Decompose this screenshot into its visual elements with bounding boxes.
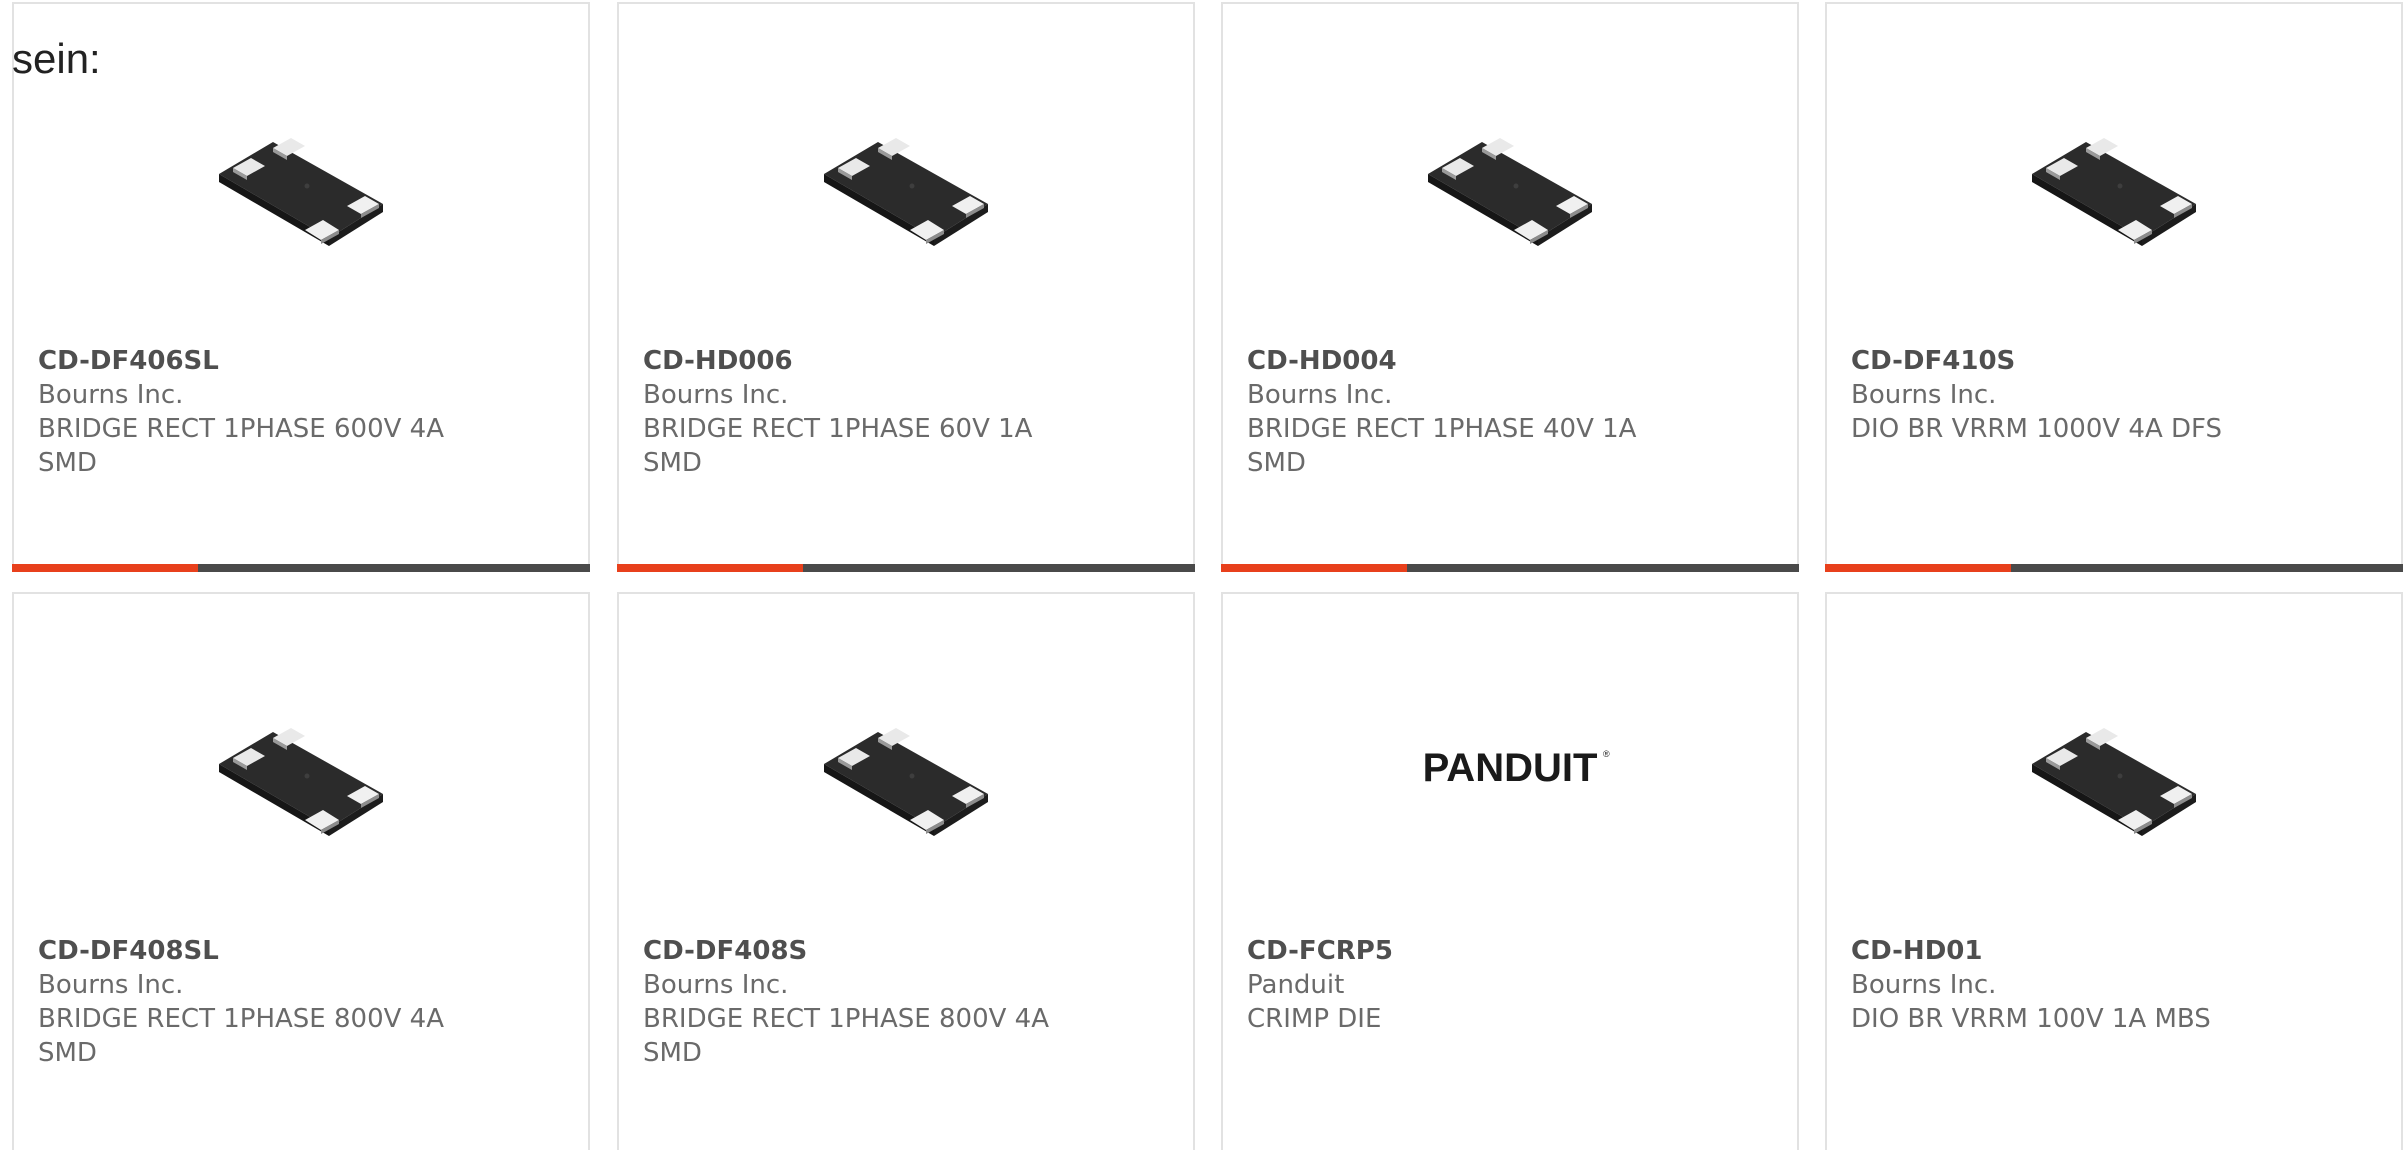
product-info: CD-HD004 Bourns Inc. BRIDGE RECT 1PHASE … bbox=[1247, 344, 1777, 480]
product-info: CD-FCRP5 Panduit CRIMP DIE bbox=[1247, 934, 1777, 1036]
svg-text:®: ® bbox=[1603, 749, 1610, 759]
product-description: DIO BR VRRM 100V 1A MBS bbox=[1851, 1004, 2211, 1034]
product-info: CD-HD006 Bourns Inc. BRIDGE RECT 1PHASE … bbox=[643, 344, 1173, 480]
card-accent-bar bbox=[617, 564, 803, 572]
product-description: BRIDGE RECT 1PHASE 60V 1A SMD bbox=[643, 414, 1033, 478]
product-info: CD-DF406SL Bourns Inc. BRIDGE RECT 1PHAS… bbox=[38, 344, 568, 480]
product-card[interactable]: CD-DF406SL Bourns Inc. BRIDGE RECT 1PHAS… bbox=[12, 2, 590, 572]
card-accent-bar bbox=[1221, 564, 1407, 572]
part-number-link[interactable]: CD-DF408SL bbox=[38, 934, 568, 968]
product-image[interactable]: PANDUIT ® bbox=[1223, 594, 1797, 934]
product-description: BRIDGE RECT 1PHASE 40V 1A SMD bbox=[1247, 414, 1637, 478]
part-number-link[interactable]: CD-HD004 bbox=[1247, 344, 1777, 378]
card-accent-bar bbox=[1825, 564, 2011, 572]
manufacturer-name: Bourns Inc. bbox=[1851, 380, 1997, 410]
bridge-rectifier-chip-icon bbox=[2032, 138, 2196, 246]
part-number-link[interactable]: CD-HD01 bbox=[1851, 934, 2381, 968]
bridge-rectifier-chip-icon bbox=[219, 138, 383, 246]
product-card[interactable]: CD-HD004 Bourns Inc. BRIDGE RECT 1PHASE … bbox=[1221, 2, 1799, 572]
product-card[interactable]: CD-HD006 Bourns Inc. BRIDGE RECT 1PHASE … bbox=[617, 2, 1195, 572]
product-info: CD-DF408SL Bourns Inc. BRIDGE RECT 1PHAS… bbox=[38, 934, 568, 1070]
product-description: BRIDGE RECT 1PHASE 600V 4A SMD bbox=[38, 414, 444, 478]
product-description: CRIMP DIE bbox=[1247, 1004, 1382, 1034]
manufacturer-name: Panduit bbox=[1247, 970, 1345, 1000]
product-info: CD-DF408S Bourns Inc. BRIDGE RECT 1PHASE… bbox=[643, 934, 1173, 1070]
svg-text:PANDUIT: PANDUIT bbox=[1423, 746, 1598, 789]
product-image[interactable] bbox=[14, 594, 588, 934]
part-number-link[interactable]: CD-HD006 bbox=[643, 344, 1173, 378]
bridge-rectifier-chip-icon bbox=[824, 138, 988, 246]
product-grid-page: sein: CD-DF406SL Bourns Inc. BRIDGE RECT… bbox=[0, 0, 2405, 1150]
product-description: BRIDGE RECT 1PHASE 800V 4A SMD bbox=[38, 1004, 444, 1068]
product-image[interactable] bbox=[619, 4, 1193, 344]
bridge-rectifier-chip-icon bbox=[2032, 728, 2196, 836]
product-image[interactable] bbox=[1827, 4, 2401, 344]
intro-text: sein: bbox=[12, 35, 101, 82]
manufacturer-name: Bourns Inc. bbox=[643, 970, 789, 1000]
bridge-rectifier-chip-icon bbox=[219, 728, 383, 836]
bridge-rectifier-chip-icon bbox=[1428, 138, 1592, 246]
product-description: BRIDGE RECT 1PHASE 800V 4A SMD bbox=[643, 1004, 1049, 1068]
part-number-link[interactable]: CD-DF408S bbox=[643, 934, 1173, 968]
card-accent-bar bbox=[12, 564, 198, 572]
part-number-link[interactable]: CD-DF410S bbox=[1851, 344, 2381, 378]
part-number-link[interactable]: CD-DF406SL bbox=[38, 344, 568, 378]
panduit-logo: PANDUIT ® bbox=[1423, 746, 1610, 789]
product-card[interactable]: CD-DF410S Bourns Inc. DIO BR VRRM 1000V … bbox=[1825, 2, 2403, 572]
product-description: DIO BR VRRM 1000V 4A DFS bbox=[1851, 414, 2223, 444]
manufacturer-name: Bourns Inc. bbox=[1851, 970, 1997, 1000]
manufacturer-name: Bourns Inc. bbox=[38, 380, 184, 410]
product-card[interactable]: CD-DF408S Bourns Inc. BRIDGE RECT 1PHASE… bbox=[617, 592, 1195, 1150]
product-info: CD-HD01 Bourns Inc. DIO BR VRRM 100V 1A … bbox=[1851, 934, 2381, 1036]
part-number-link[interactable]: CD-FCRP5 bbox=[1247, 934, 1777, 968]
product-image[interactable] bbox=[619, 594, 1193, 934]
manufacturer-name: Bourns Inc. bbox=[38, 970, 184, 1000]
card-footer-bar bbox=[1221, 564, 1799, 572]
manufacturer-name: Bourns Inc. bbox=[643, 380, 789, 410]
product-image[interactable] bbox=[1223, 4, 1797, 344]
product-card[interactable]: CD-DF408SL Bourns Inc. BRIDGE RECT 1PHAS… bbox=[12, 592, 590, 1150]
product-info: CD-DF410S Bourns Inc. DIO BR VRRM 1000V … bbox=[1851, 344, 2381, 446]
manufacturer-name: Bourns Inc. bbox=[1247, 380, 1393, 410]
card-footer-bar bbox=[1825, 564, 2403, 572]
card-footer-bar bbox=[12, 564, 590, 572]
product-image[interactable] bbox=[1827, 594, 2401, 934]
product-card[interactable]: CD-HD01 Bourns Inc. DIO BR VRRM 100V 1A … bbox=[1825, 592, 2403, 1150]
product-card[interactable]: PANDUIT ® CD-FCRP5 Panduit CRIMP DIE bbox=[1221, 592, 1799, 1150]
card-footer-bar bbox=[617, 564, 1195, 572]
bridge-rectifier-chip-icon bbox=[824, 728, 988, 836]
